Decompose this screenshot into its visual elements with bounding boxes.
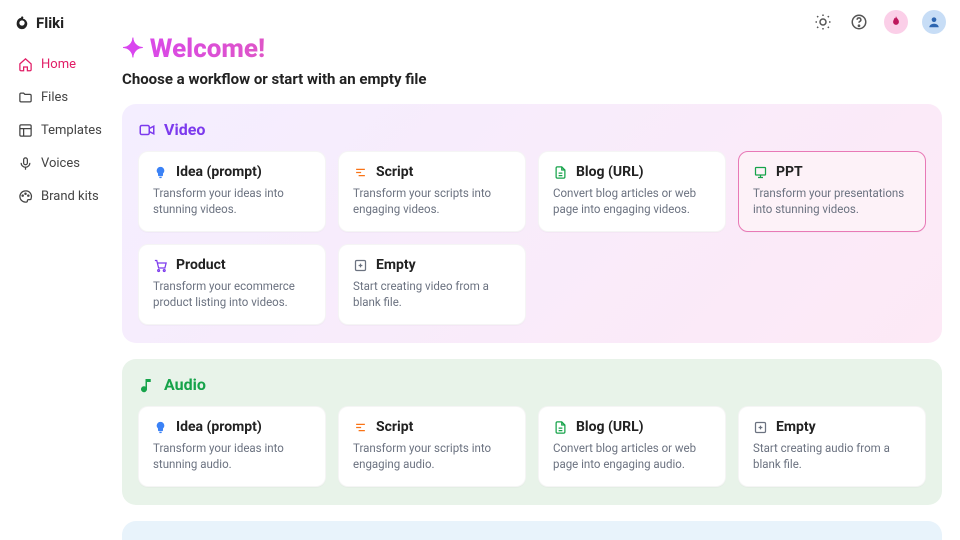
main-content: ✦ Welcome! Choose a workflow or start wi… (122, 0, 960, 540)
section-design: Design Thumbnail Social Presentation Emp… (122, 521, 942, 540)
brand: Fliki (10, 14, 112, 42)
card-video-idea[interactable]: Idea (prompt) Transform your ideas into … (138, 151, 326, 232)
music-note-icon (138, 376, 156, 394)
card-video-script[interactable]: Script Transform your scripts into engag… (338, 151, 526, 232)
card-video-empty[interactable]: Empty Start creating video from a blank … (338, 244, 526, 325)
brand-name: Fliki (36, 14, 64, 32)
sidebar: Fliki Home Files Templates Voices Brand … (0, 0, 122, 540)
presentation-icon (753, 165, 768, 180)
theme-toggle[interactable] (812, 11, 834, 33)
card-video-ppt[interactable]: PPT Transform your presentations into st… (738, 151, 926, 232)
script-icon (353, 165, 368, 180)
video-icon (138, 121, 156, 139)
section-audio-head: Audio (138, 375, 926, 394)
flame-icon (889, 15, 903, 29)
help-icon (850, 13, 868, 31)
sidebar-item-voices[interactable]: Voices (10, 149, 112, 178)
section-video-head: Video (138, 120, 926, 139)
sidebar-item-templates[interactable]: Templates (10, 116, 112, 145)
sidebar-item-label: Templates (41, 123, 102, 138)
home-icon (18, 57, 33, 72)
account-button[interactable] (922, 10, 946, 34)
cart-icon (153, 258, 168, 273)
sidebar-item-files[interactable]: Files (10, 83, 112, 112)
page-subtitle: Choose a workflow or start with an empty… (122, 70, 942, 88)
sidebar-item-label: Home (41, 57, 76, 72)
audio-cards: Idea (prompt) Transform your ideas into … (138, 406, 926, 487)
palette-icon (18, 189, 33, 204)
lightbulb-icon (153, 420, 168, 435)
card-audio-empty[interactable]: Empty Start creating audio from a blank … (738, 406, 926, 487)
template-icon (18, 123, 33, 138)
sidebar-item-label: Voices (41, 156, 80, 171)
card-video-blog[interactable]: Blog (URL) Convert blog articles or web … (538, 151, 726, 232)
nav: Home Files Templates Voices Brand kits (10, 50, 112, 211)
folder-icon (18, 90, 33, 105)
card-audio-idea[interactable]: Idea (prompt) Transform your ideas into … (138, 406, 326, 487)
card-audio-blog[interactable]: Blog (URL) Convert blog articles or web … (538, 406, 726, 487)
topbar (812, 10, 946, 34)
help-button[interactable] (848, 11, 870, 33)
section-audio: Audio Idea (prompt) Transform your ideas… (122, 359, 942, 505)
card-audio-script[interactable]: Script Transform your scripts into engag… (338, 406, 526, 487)
sparkle-icon: ✦ (122, 34, 144, 64)
file-icon (553, 165, 568, 180)
card-video-product[interactable]: Product Transform your ecommerce product… (138, 244, 326, 325)
brand-logo-icon (14, 15, 30, 31)
plus-box-icon (353, 258, 368, 273)
section-video: Video Idea (prompt) Transform your ideas… (122, 104, 942, 343)
lightbulb-icon (153, 165, 168, 180)
sun-icon (814, 13, 832, 31)
script-icon (353, 420, 368, 435)
user-icon (927, 15, 941, 29)
sidebar-item-label: Brand kits (41, 189, 99, 204)
sidebar-item-label: Files (41, 90, 68, 105)
mic-icon (18, 156, 33, 171)
video-cards: Idea (prompt) Transform your ideas into … (138, 151, 926, 325)
plus-box-icon (753, 420, 768, 435)
sidebar-item-home[interactable]: Home (10, 50, 112, 79)
sidebar-item-brand-kits[interactable]: Brand kits (10, 182, 112, 211)
page-title: ✦ Welcome! (122, 34, 942, 64)
file-icon (553, 420, 568, 435)
upgrade-button[interactable] (884, 10, 908, 34)
